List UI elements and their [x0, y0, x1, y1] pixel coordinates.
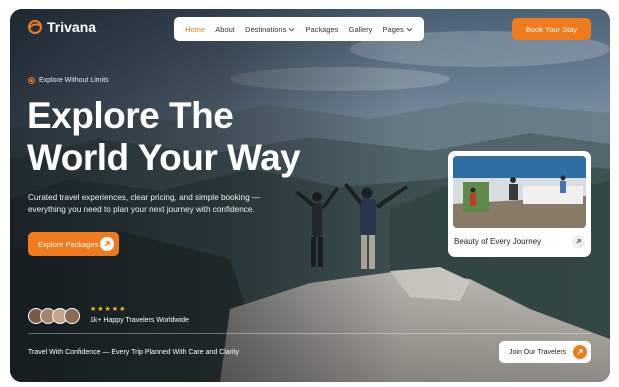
nav-item-label: Packages — [305, 24, 339, 34]
nav-item-pages[interactable]: Pages — [383, 25, 413, 34]
nav-item-home[interactable]: Home — [185, 25, 205, 34]
traveler-avatars — [28, 308, 80, 324]
explore-packages-button[interactable]: Explore Packages — [28, 232, 119, 256]
footer-tagline: Travel With Confidence — Every Trip Plan… — [28, 349, 239, 356]
hero-headline-line-2: World Your Way — [27, 137, 301, 178]
arrow-up-right-icon[interactable] — [572, 235, 585, 248]
book-your-stay-label: Book Your Stay — [525, 24, 578, 34]
explore-packages-label: Explore Packages — [38, 239, 99, 249]
nav-item-packages[interactable]: Packages — [306, 25, 339, 34]
divider — [28, 333, 591, 334]
arrow-up-right-icon — [100, 237, 114, 251]
hero-headline-line-1: Explore The — [27, 95, 234, 136]
happy-travelers-text: 1k+ Happy Travelers Worldwide — [90, 317, 189, 324]
brand-name: Trivana — [47, 19, 97, 35]
journey-card-footer: Beauty of Every Journey — [453, 235, 586, 248]
nav-item-label: Gallery — [348, 24, 373, 34]
chevron-down-icon — [288, 27, 295, 31]
brand-logo[interactable]: Trivana — [27, 19, 96, 35]
brand-logo-icon — [28, 20, 42, 34]
hero-headline: Explore The World Your Way — [27, 95, 301, 179]
nav-item-label: Destinations — [245, 24, 287, 34]
nav-item-about[interactable]: About — [215, 25, 235, 34]
journey-card-image — [453, 156, 586, 228]
nav-item-label: Home — [185, 24, 206, 34]
arrow-up-right-icon — [573, 345, 587, 359]
nav-item-label: Pages — [382, 24, 404, 34]
rating-stars: ★★★★★ — [90, 306, 127, 313]
join-our-travelers-label: Join Our Travelers — [509, 348, 567, 356]
hero-tagline: Explore Without Limits — [28, 77, 109, 84]
nav-item-gallery[interactable]: Gallery — [349, 25, 373, 34]
target-icon — [28, 77, 35, 84]
chevron-down-icon — [406, 27, 413, 31]
nav-item-destinations[interactable]: Destinations — [245, 25, 295, 34]
book-your-stay-button[interactable]: Book Your Stay — [512, 18, 591, 40]
nav-item-label: About — [215, 24, 235, 34]
hero-tagline-text: Explore Without Limits — [39, 77, 109, 84]
journey-card-title: Beauty of Every Journey — [454, 237, 542, 246]
hero-section: Trivana Home About Destinations Packages… — [10, 9, 610, 382]
main-nav: Home About Destinations Packages Gallery… — [174, 17, 424, 41]
join-our-travelers-button[interactable]: Join Our Travelers — [499, 341, 591, 363]
avatar — [64, 308, 80, 324]
hero-subtitle: Curated travel experiences, clear pricin… — [28, 193, 261, 214]
journey-card[interactable]: Beauty of Every Journey — [448, 151, 591, 257]
